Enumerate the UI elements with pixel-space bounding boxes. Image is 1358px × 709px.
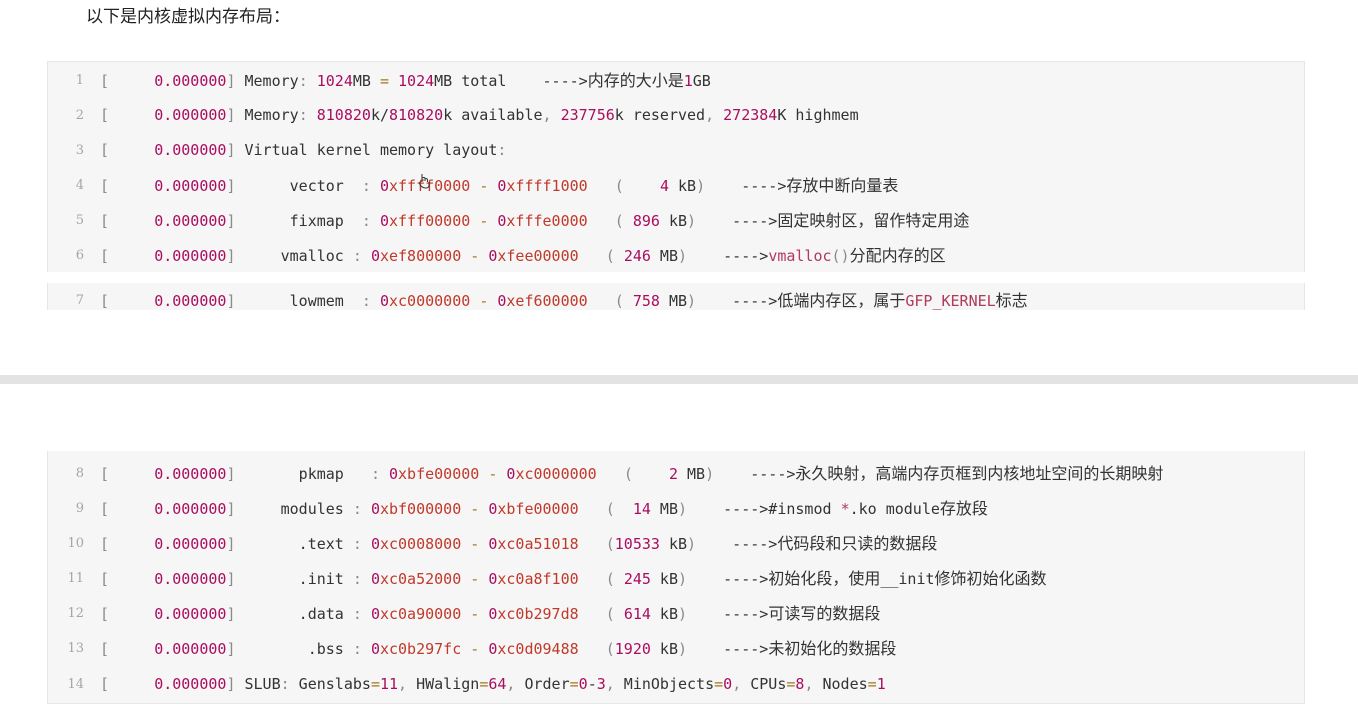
line-number: 7 <box>75 293 84 308</box>
code-text: [ 0.000000] vmalloc : 0xef800000 - 0xfee… <box>100 246 946 265</box>
code-text: [ 0.000000] pkmap : 0xbfe00000 - 0xc0000… <box>100 464 1164 483</box>
code-text: [ 0.000000] .init : 0xc0a52000 - 0xc0a8f… <box>100 569 1047 588</box>
code-line-12: 12 [ 0.000000] .data : 0xc0a90000 - 0xc0b… <box>48 596 1304 631</box>
code-line-13: 13 [ 0.000000] .bss : 0xc0b297fc - 0xc0d0… <box>48 631 1304 666</box>
line-number: 4 <box>75 178 84 193</box>
line-number: 10 <box>67 536 84 551</box>
line-number: 3 <box>75 143 84 158</box>
code-block-part-1: 1 [ 0.000000] Memory: 1024MB = 1024MB tot… <box>47 61 1305 272</box>
code-line-10: 10 [ 0.000000] .text : 0xc0008000 - 0xc0a… <box>48 526 1304 561</box>
line-number: 1 <box>75 73 84 88</box>
line-number: 6 <box>75 248 84 263</box>
code-block-part-2: 7 [ 0.000000] lowmem : 0xc0000000 - 0xef6… <box>47 283 1305 310</box>
hand-cursor-icon <box>419 174 430 189</box>
code-text: [ 0.000000] Virtual kernel memory layout… <box>100 141 507 159</box>
code-text: [ 0.000000] .bss : 0xc0b297fc - 0xc0d094… <box>100 639 897 658</box>
intro-text: 以下是内核虚拟内存布局： <box>86 7 290 27</box>
line-number: 5 <box>75 213 84 228</box>
code-text: [ 0.000000] modules : 0xbf000000 - 0xbfe… <box>100 499 988 518</box>
code-text: [ 0.000000] SLUB: Genslabs=11, HWalign=6… <box>100 675 886 693</box>
code-text: [ 0.000000] Memory: 1024MB = 1024MB tota… <box>100 71 711 90</box>
code-line-1: 1 [ 0.000000] Memory: 1024MB = 1024MB tot… <box>48 63 1304 98</box>
code-line-9: 9 [ 0.000000] modules : 0xbf000000 - 0xbf… <box>48 491 1304 526</box>
page-separator <box>0 375 1358 384</box>
code-line-2: 2 [ 0.000000] Memory: 810820k/810820k ava… <box>48 98 1304 133</box>
code-text: [ 0.000000] .data : 0xc0a90000 - 0xc0b29… <box>100 604 881 623</box>
code-line-11: 11 [ 0.000000] .init : 0xc0a52000 - 0xc0a… <box>48 561 1304 596</box>
line-number: 11 <box>67 571 84 586</box>
code-text: [ 0.000000] .text : 0xc0008000 - 0xc0a51… <box>100 534 938 553</box>
line-number: 9 <box>75 501 84 516</box>
code-text: [ 0.000000] Memory: 810820k/810820k avai… <box>100 106 859 124</box>
code-text: [ 0.000000] lowmem : 0xc0000000 - 0xef60… <box>100 291 1028 310</box>
code-line-3: 3 [ 0.000000] Virtual kernel memory layou… <box>48 133 1304 168</box>
code-line-5: 5 [ 0.000000] fixmap : 0xfff00000 - 0xfff… <box>48 203 1304 238</box>
code-line-4: 4 [ 0.000000] vector : 0xffff0000 - 0xfff… <box>48 168 1304 203</box>
code-text: [ 0.000000] fixmap : 0xfff00000 - 0xfffe… <box>100 211 970 230</box>
line-number: 2 <box>75 108 84 123</box>
line-number: 8 <box>75 466 84 481</box>
code-text: [ 0.000000] vector : 0xffff0000 - 0xffff… <box>100 176 899 195</box>
code-line-7: 7 [ 0.000000] lowmem : 0xc0000000 - 0xef6… <box>48 283 1304 318</box>
code-block-part-3: 8 [ 0.000000] pkmap : 0xbfe00000 - 0xc000… <box>47 451 1305 704</box>
line-number: 12 <box>67 606 84 621</box>
code-line-6: 6 [ 0.000000] vmalloc : 0xef800000 - 0xfe… <box>48 238 1304 273</box>
line-number: 13 <box>67 641 84 656</box>
code-line-8: 8 [ 0.000000] pkmap : 0xbfe00000 - 0xc000… <box>48 456 1304 491</box>
code-line-14: 14 [ 0.000000] SLUB: Genslabs=11, HWalign… <box>48 667 1304 702</box>
line-number: 14 <box>67 677 84 692</box>
